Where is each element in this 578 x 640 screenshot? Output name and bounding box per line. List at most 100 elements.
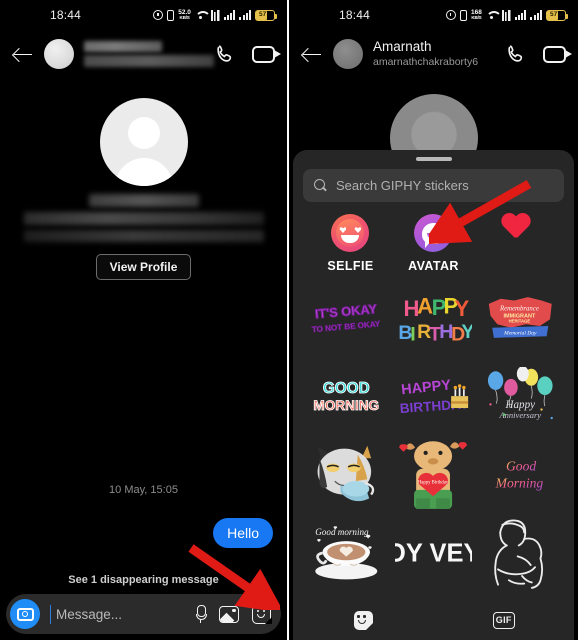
disappearing-message-note[interactable]: See 1 disappearing message <box>0 574 287 586</box>
svg-text:OY VEY: OY VEY <box>395 539 472 567</box>
redacted-username-bar <box>84 55 214 67</box>
sim-icon <box>210 9 220 21</box>
back-arrow-icon[interactable] <box>12 43 34 65</box>
chat-header-right: Amarnath amarnathchakraborty6 <box>289 30 578 78</box>
oy-vey-sticker: OY VEY <box>395 539 472 567</box>
message-composer: Message... <box>6 594 281 634</box>
header-actions <box>505 43 572 65</box>
video-camera-icon[interactable] <box>543 45 572 63</box>
sticker-search-input[interactable]: Search GIPHY stickers <box>336 178 469 193</box>
redacted-profile-info <box>0 194 287 242</box>
redacted-line-1 <box>88 194 199 207</box>
sticker-item[interactable]: Happy Anniversary <box>477 357 564 435</box>
bear-holding-heart-sticker: Happy Birthday <box>399 441 468 509</box>
good-morning-script-sticker: Good Morning <box>495 459 544 491</box>
profile-avatar[interactable] <box>99 98 188 186</box>
data-speed-unit: KB/S <box>179 15 190 20</box>
contact-name-redacted <box>84 41 214 67</box>
battery-icon: 57 <box>255 9 277 21</box>
selfie-emoji-icon <box>331 214 370 252</box>
search-icon <box>314 179 327 192</box>
redacted-name-bar <box>84 41 162 52</box>
sheet-drag-handle[interactable] <box>415 157 452 161</box>
sticker-item[interactable]: IT'S OKAY TO NOT BE OKAY <box>303 279 390 357</box>
sticker-search-bar[interactable]: Search GIPHY stickers <box>303 169 564 202</box>
svg-text:MORNING: MORNING <box>314 398 380 413</box>
screenshot-stage: 18:44 52.0 KB/S 57 View Profile 10 May, … <box>0 0 578 640</box>
happy-birthday-cake-sticker: HAPPY BIRTHDAY <box>399 377 469 416</box>
signal-icon <box>239 10 251 20</box>
svg-text:I: I <box>411 323 416 344</box>
quick-action-label: AVATAR <box>408 259 459 273</box>
quick-action-avatar[interactable]: AVATAR <box>392 214 475 273</box>
message-bubble-sent[interactable]: Hello <box>213 518 273 548</box>
svg-text:HERITAGE: HERITAGE <box>509 319 531 324</box>
sticker-icon[interactable] <box>252 604 272 625</box>
heart-sticker-icon <box>501 214 531 241</box>
happy-anniversary-balloons-sticker: Happy Anniversary <box>488 367 554 420</box>
status-time: 18:44 <box>339 8 371 22</box>
camera-icon[interactable] <box>10 599 40 629</box>
video-camera-icon[interactable] <box>252 45 281 63</box>
quick-action-heart[interactable] <box>475 214 558 273</box>
svg-text:IT'S OKAY: IT'S OKAY <box>315 301 379 321</box>
svg-text:TO NOT BE OKAY: TO NOT BE OKAY <box>312 319 382 334</box>
svg-text:Morning: Morning <box>495 476 544 491</box>
sticker-item[interactable] <box>303 435 390 513</box>
sticker-item[interactable]: Happy Birthday <box>390 435 477 513</box>
sticker-tab-icon <box>353 610 373 630</box>
vibrate-icon <box>460 9 468 21</box>
hug-line-art-sticker <box>493 519 543 589</box>
phone-icon[interactable] <box>214 43 236 65</box>
sticker-item[interactable]: HAPPY BIRTHDAY <box>390 357 477 435</box>
alarm-icon <box>446 10 457 20</box>
quick-action-selfie[interactable]: SELFIE <box>309 214 392 273</box>
cat-drinking-tea-sticker <box>317 446 375 502</box>
battery-level: 57 <box>259 10 267 18</box>
svg-text:Good morning: Good morning <box>316 527 370 537</box>
svg-text:A: A <box>417 293 433 318</box>
avatar[interactable] <box>44 39 74 69</box>
svg-text:Y: Y <box>462 321 472 343</box>
message-input[interactable]: Message... <box>48 604 187 624</box>
tab-stickers[interactable] <box>293 600 434 640</box>
avatar-face-icon <box>414 214 453 252</box>
vibrate-icon <box>167 9 175 21</box>
contact-identity: Amarnath amarnathchakraborty6 <box>373 39 495 69</box>
sticker-item[interactable]: Remembrance IMMIGRANT HERITAGE Memorial … <box>477 279 564 357</box>
svg-text:Happy Birthday: Happy Birthday <box>418 481 449 486</box>
sticker-item[interactable] <box>477 513 564 591</box>
conversation-area: 10 May, 15:05 Hello See 1 disappearing m… <box>0 484 287 586</box>
data-speed-icon: 168 KB/S <box>471 9 482 21</box>
tab-gif[interactable]: GIF <box>434 600 575 640</box>
signal-icon <box>223 10 236 20</box>
status-time: 18:44 <box>50 8 82 22</box>
sticker-item[interactable]: Good morning <box>303 513 390 591</box>
its-okay-to-not-be-okay-sticker: IT'S OKAY TO NOT BE OKAY <box>311 300 382 334</box>
sticker-item[interactable]: Good Morning <box>477 435 564 513</box>
wifi-icon <box>195 10 207 20</box>
avatar[interactable] <box>333 39 363 69</box>
gallery-icon[interactable] <box>219 605 239 623</box>
sticker-item[interactable]: OY VEY <box>390 513 477 591</box>
status-icons: 168 KB/S 57 <box>446 9 568 21</box>
data-speed-icon: 52.0 KB/S <box>178 9 191 21</box>
battery-icon: 57 <box>546 9 568 21</box>
sticker-grid: IT'S OKAY TO NOT BE OKAY H A P P Y B I R <box>303 273 564 591</box>
signal-icon <box>530 10 542 20</box>
data-speed-unit: KB/S <box>471 15 482 20</box>
back-arrow-icon[interactable] <box>301 43 323 65</box>
wifi-icon <box>486 10 498 20</box>
sticker-item[interactable]: GOOD MORNING <box>303 357 390 435</box>
gif-tab-icon: GIF <box>492 611 515 629</box>
battery-level: 57 <box>550 10 558 18</box>
microphone-icon[interactable] <box>195 604 207 624</box>
svg-text:Happy: Happy <box>505 399 536 411</box>
contact-name: Amarnath <box>373 39 432 54</box>
svg-text:HAPPY: HAPPY <box>401 377 453 398</box>
svg-text:Y: Y <box>455 295 470 320</box>
sticker-item[interactable]: H A P P Y B I R T H D Y <box>390 279 477 357</box>
status-bar-left: 18:44 52.0 KB/S 57 <box>0 0 287 30</box>
view-profile-button[interactable]: View Profile <box>95 254 192 280</box>
phone-icon[interactable] <box>505 43 527 65</box>
